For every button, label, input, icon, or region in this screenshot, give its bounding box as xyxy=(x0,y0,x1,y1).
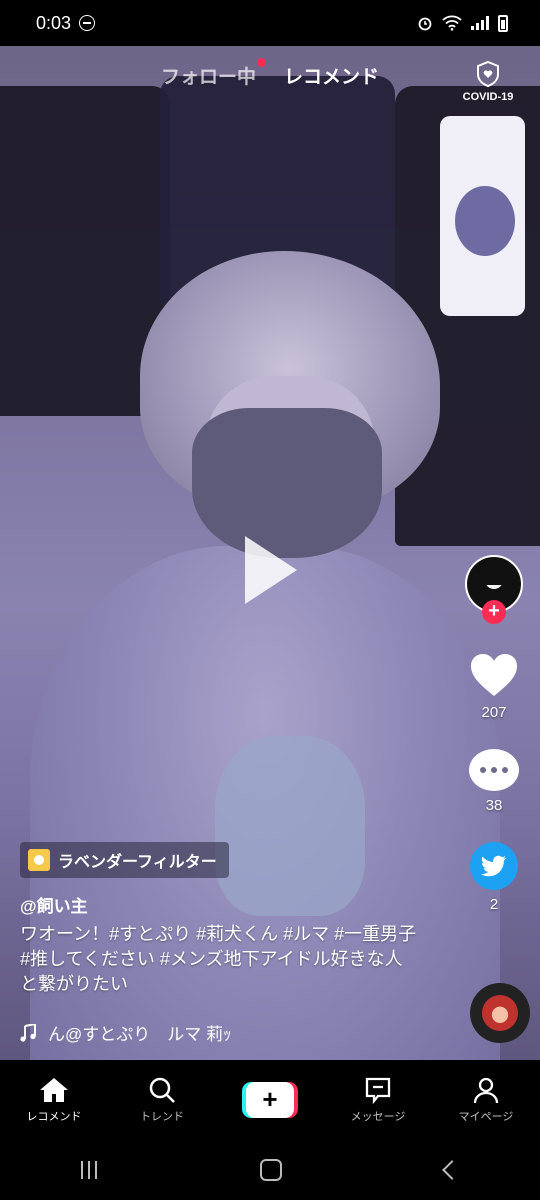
username[interactable]: @飼い主 xyxy=(20,892,88,917)
comment-icon xyxy=(469,749,519,791)
alarm-icon xyxy=(418,17,432,31)
music-note-icon xyxy=(20,1023,36,1042)
tab-recommend[interactable]: レコメンド xyxy=(284,62,379,89)
bottom-nav: レコメンド トレンド + メッセージ マイページ xyxy=(0,1060,540,1140)
like-button[interactable]: 207 xyxy=(469,652,519,721)
wifi-icon xyxy=(442,15,462,31)
action-rail: + 207 38 2 xyxy=(464,555,524,913)
music-disc[interactable] xyxy=(470,983,530,1043)
profile-icon xyxy=(473,1077,499,1104)
follow-button[interactable]: + xyxy=(482,600,506,624)
nav-profile[interactable]: マイページ xyxy=(441,1076,531,1124)
nav-inbox[interactable]: メッセージ xyxy=(333,1076,423,1124)
nav-create[interactable]: + xyxy=(225,1082,315,1118)
comment-button[interactable]: 38 xyxy=(469,749,519,814)
sound-title: ん@すとぷり ルマ 莉ｯ xyxy=(48,1025,232,1044)
shirt-print xyxy=(455,186,515,256)
filter-icon xyxy=(28,849,50,871)
covid-button[interactable]: COVID-19 xyxy=(456,60,520,103)
nav-discover[interactable]: トレンド xyxy=(117,1076,207,1124)
do-not-disturb-icon xyxy=(79,15,96,31)
nav-home[interactable]: レコメンド xyxy=(9,1076,99,1124)
system-nav-bar xyxy=(0,1140,540,1200)
heart-icon xyxy=(471,654,517,696)
play-icon[interactable] xyxy=(245,536,297,604)
caption[interactable]: ワオーン！#すとぷり #莉犬くん #ルマ #一重男子 #推してください #メンズ… xyxy=(20,922,420,997)
sound-info[interactable]: ん@すとぷり ルマ 莉ｯ xyxy=(20,1020,231,1045)
back-button[interactable] xyxy=(441,1160,462,1180)
tab-following[interactable]: フォロー中 xyxy=(161,58,266,89)
comment-count: 38 xyxy=(485,797,503,814)
home-button[interactable] xyxy=(259,1159,282,1181)
notification-dot xyxy=(257,58,266,67)
share-count: 2 xyxy=(489,896,499,913)
create-button[interactable]: + xyxy=(242,1082,298,1118)
share-button[interactable]: 2 xyxy=(470,842,518,913)
search-icon xyxy=(149,1077,175,1103)
sound-cover xyxy=(482,995,518,1031)
recent-apps-button[interactable] xyxy=(81,1161,98,1179)
twitter-icon xyxy=(470,842,518,890)
message-icon xyxy=(365,1077,391,1104)
like-count: 207 xyxy=(481,704,507,721)
covid-label: COVID-19 xyxy=(462,91,514,103)
plus-icon: + xyxy=(246,1082,294,1118)
battery-icon xyxy=(498,14,508,32)
signal-icon xyxy=(471,16,489,30)
home-icon xyxy=(40,1078,68,1102)
shield-heart-icon xyxy=(477,60,499,88)
filter-tag[interactable]: ラベンダーフィルター xyxy=(20,842,229,878)
filter-label: ラベンダーフィルター xyxy=(58,854,217,871)
status-bar: 0:03 xyxy=(0,0,540,46)
hoodie-print xyxy=(215,736,365,916)
status-time: 0:03 xyxy=(36,12,72,33)
